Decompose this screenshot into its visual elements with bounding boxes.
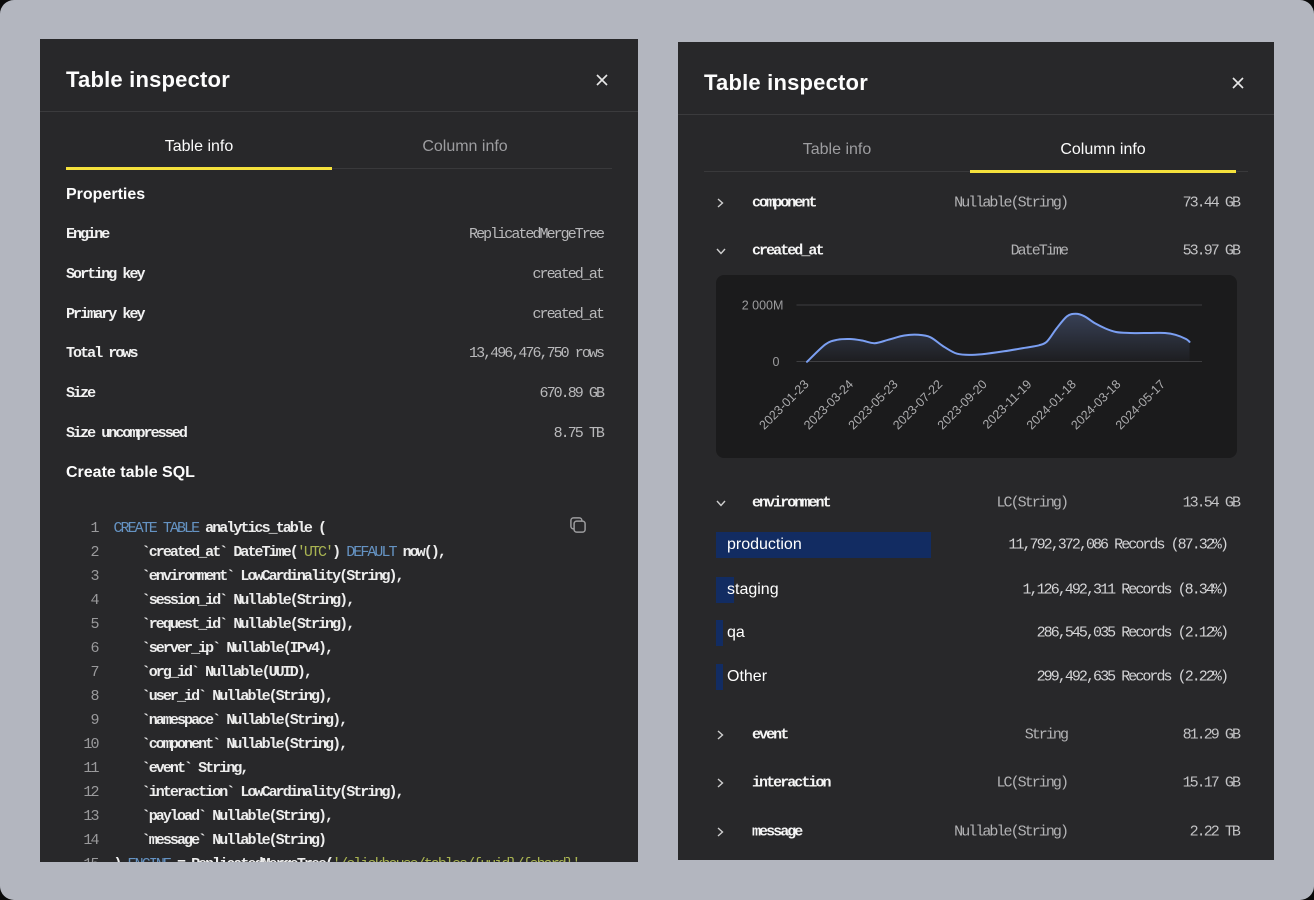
svg-text:0: 0 <box>772 355 779 369</box>
svg-text:2 000M: 2 000M <box>742 299 784 313</box>
